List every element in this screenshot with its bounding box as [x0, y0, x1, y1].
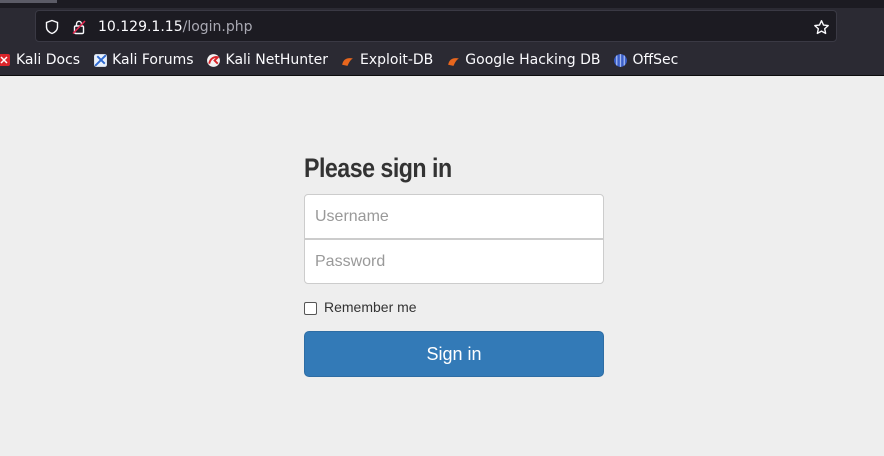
bookmark-label: Exploit-DB — [359, 52, 434, 68]
chrome-divider — [0, 75, 884, 76]
insecure-lock-icon[interactable] — [70, 18, 88, 36]
bookmark-kali-docs[interactable]: Kali Docs — [0, 48, 80, 72]
bookmark-label: Kali NetHunter — [225, 52, 328, 68]
page-title: Please sign in — [304, 153, 452, 183]
address-bar[interactable]: 10.129.1.15/login.php — [35, 10, 837, 42]
remember-me-label: Remember me — [324, 299, 417, 315]
username-input[interactable] — [304, 194, 604, 239]
tab-strip — [0, 0, 884, 8]
login-form: Please sign in Remember me Sign in — [304, 150, 604, 377]
ghdb-icon — [445, 52, 461, 68]
kali-docs-icon — [0, 52, 12, 68]
bookmark-kali-forums[interactable]: Kali Forums — [92, 48, 194, 72]
url-path: /login.php — [182, 19, 253, 35]
url-host: 10.129.1.15 — [98, 19, 183, 35]
offsec-icon — [613, 52, 629, 68]
shield-icon[interactable] — [43, 18, 61, 36]
bookmark-exploit-db[interactable]: Exploit-DB — [340, 48, 433, 72]
exploit-db-icon — [340, 52, 356, 68]
active-tab[interactable] — [0, 0, 57, 3]
bookmark-label: Kali Forums — [112, 52, 194, 68]
kali-forums-icon — [92, 52, 108, 68]
sign-in-button[interactable]: Sign in — [304, 331, 604, 377]
remember-me-row[interactable]: Remember me — [304, 297, 604, 317]
bookmark-kali-nethunter[interactable]: Kali NetHunter — [206, 48, 328, 72]
bookmark-label: Kali Docs — [16, 52, 81, 68]
kali-nethunter-icon — [206, 52, 222, 68]
remember-me-checkbox[interactable] — [304, 302, 317, 315]
bookmark-ghdb[interactable]: Google Hacking DB — [445, 48, 601, 72]
password-input[interactable] — [304, 239, 604, 284]
url-text[interactable]: 10.129.1.15/login.php — [98, 18, 253, 36]
bookmarks-toolbar: Kali Docs Kali Forums Kali NetHunter Exp… — [0, 48, 884, 72]
bookmark-offsec[interactable]: OffSec — [613, 48, 679, 72]
bookmark-label: Google Hacking DB — [465, 52, 601, 68]
star-icon[interactable] — [812, 18, 830, 36]
bookmark-label: OffSec — [632, 52, 679, 68]
browser-chrome: 10.129.1.15/login.php Kali Docs Kali For… — [0, 0, 884, 76]
